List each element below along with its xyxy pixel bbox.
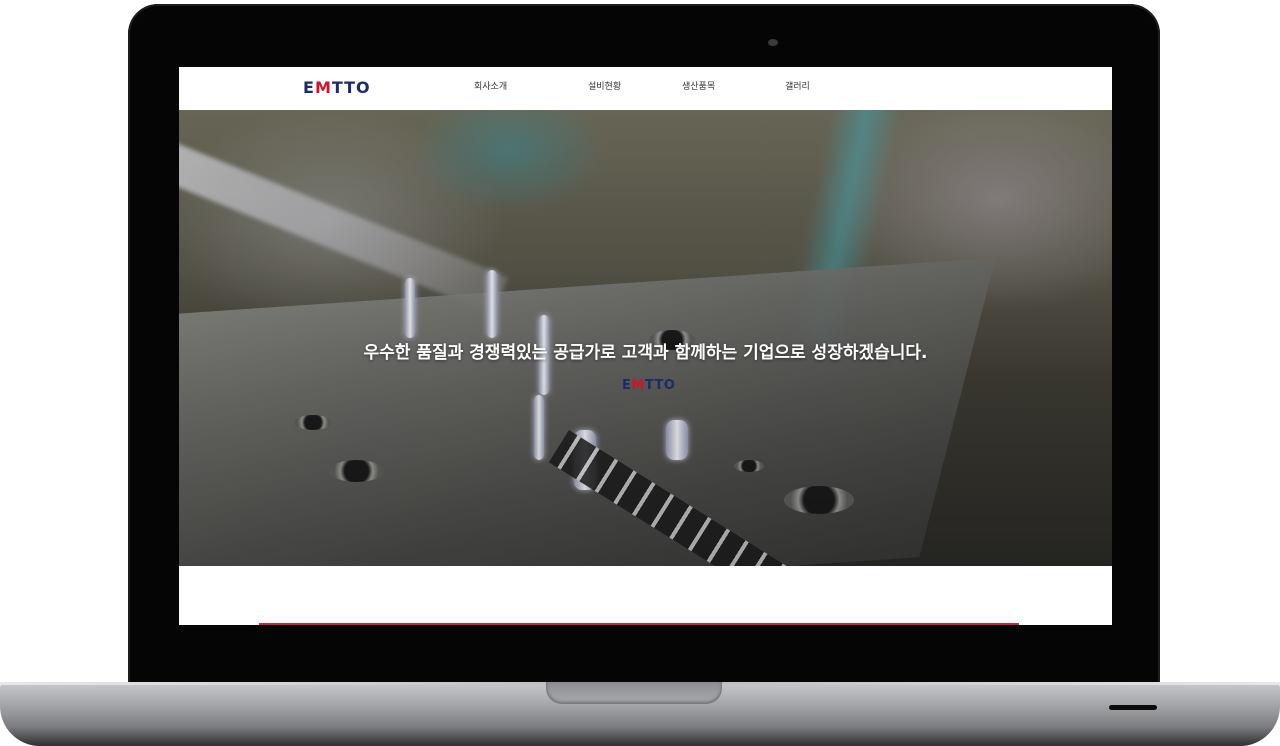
nav-item-gallery[interactable]: 갤러리 (785, 80, 810, 94)
hero-logo: EMTTO (622, 378, 676, 393)
laptop-mockup: EMTTO 회사소개 설비현황 생산품목 갤러리 우수한 품질과 경쟁력있는 공… (0, 0, 1280, 746)
laptop-opening-notch (546, 682, 722, 704)
site-logo[interactable]: EMTTO (303, 78, 371, 98)
website-screen: EMTTO 회사소개 설비현황 생산품목 갤러리 우수한 품질과 경쟁력있는 공… (179, 67, 1112, 625)
nav-item-company[interactable]: 회사소개 (474, 80, 507, 94)
nav-item-products[interactable]: 생산품목 (682, 80, 715, 94)
hero-headline: 우수한 품질과 경쟁력있는 공급가로 고객과 함께하는 기업으로 성장하겠습니다… (363, 343, 928, 363)
laptop-camera-icon (768, 39, 778, 46)
hero-banner: 우수한 품질과 경쟁력있는 공급가로 고객과 함께하는 기업으로 성장하겠습니다… (179, 110, 1112, 566)
nav-item-facilities[interactable]: 설비현황 (588, 80, 621, 94)
laptop-power-light-icon (1109, 705, 1157, 710)
section-divider (259, 623, 1019, 625)
content-section (179, 566, 1112, 625)
top-navigation: EMTTO 회사소개 설비현황 생산품목 갤러리 (179, 67, 1112, 110)
